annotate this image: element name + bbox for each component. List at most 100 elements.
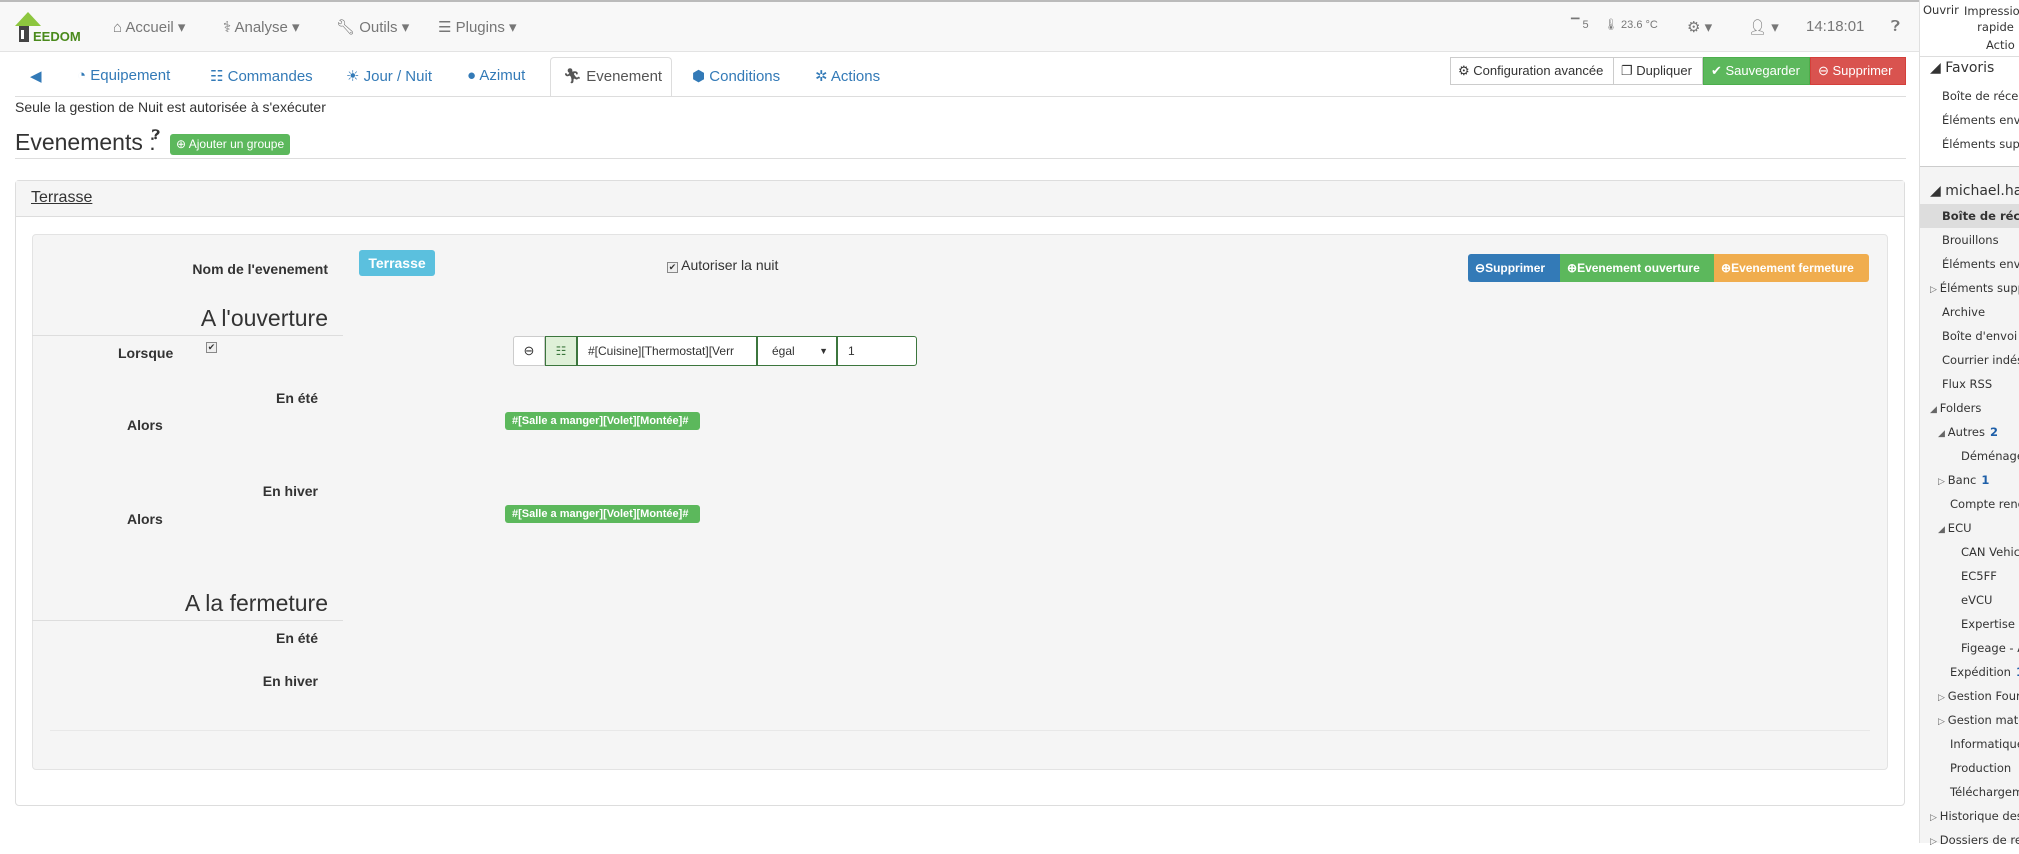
folder-item[interactable]: Téléchargem bbox=[1950, 780, 2019, 804]
user-icon: 👤︎ bbox=[1748, 19, 1768, 36]
running-icon: 🏃︎ bbox=[563, 68, 587, 85]
logo-text: EEDOM bbox=[33, 29, 81, 44]
then-label: Alors bbox=[127, 417, 163, 433]
tab-actions[interactable]: ✲ Actions bbox=[815, 67, 880, 85]
winter-action-tag[interactable]: #[Salle a manger][Volet][Montée]# bbox=[505, 505, 700, 523]
tab-label: Evenement bbox=[586, 68, 663, 85]
folder-item[interactable]: Courrier indési bbox=[1942, 348, 2019, 372]
folder-item[interactable]: Archive bbox=[1942, 300, 1985, 324]
folder-item[interactable]: Boîte de récep bbox=[1920, 204, 2019, 228]
folder-item[interactable]: Boîte d'envoi bbox=[1942, 324, 2017, 348]
quick-print-label[interactable]: Impression rapide bbox=[1963, 3, 2019, 35]
nav-analyse[interactable]: ⚕ Analyse ▾ bbox=[223, 18, 300, 36]
settings-menu[interactable]: ⚙ ▾ bbox=[1687, 18, 1712, 36]
nav-plugins[interactable]: ☰ Plugins ▾ bbox=[438, 18, 517, 36]
user-menu[interactable]: 👤︎ ▾ bbox=[1748, 18, 1779, 36]
collapsed-arrow-icon[interactable]: ▷ bbox=[1930, 837, 1940, 847]
folder-label: Figeage - A bbox=[1961, 641, 2019, 655]
folder-item[interactable]: ◢ Autres 2 bbox=[1938, 420, 1998, 444]
folder-item[interactable]: CAN Vehicu bbox=[1961, 540, 2019, 564]
nav-label: Analyse bbox=[234, 19, 288, 36]
folder-item[interactable]: Production bbox=[1950, 756, 2011, 780]
folder-item[interactable]: Expédition1 bbox=[1950, 660, 2019, 684]
collapsed-arrow-icon[interactable]: ▷ bbox=[1930, 813, 1940, 823]
tab-evenement[interactable]: 🏃︎ Evenement bbox=[563, 67, 662, 85]
delete-event-button[interactable]: ⊖Supprimer bbox=[1468, 254, 1560, 282]
collapsed-arrow-icon[interactable]: ▷ bbox=[1938, 477, 1948, 487]
folder-item[interactable]: ◢ ECU bbox=[1938, 516, 1972, 540]
button-label: Supprimer bbox=[1485, 261, 1546, 275]
folder-item[interactable]: EC5FF bbox=[1961, 564, 1997, 588]
logo[interactable]: EEDOM bbox=[13, 10, 85, 46]
help-icon[interactable]: ❓︎ bbox=[152, 127, 160, 143]
folder-label: ECU bbox=[1947, 521, 1972, 535]
folder-item[interactable]: Flux RSS bbox=[1942, 372, 1992, 396]
folder-label: Éléments supp bbox=[1939, 281, 2019, 295]
event-name-badge[interactable]: Terrasse bbox=[359, 250, 435, 276]
nav-accueil[interactable]: ⌂ Accueil ▾ bbox=[113, 18, 185, 36]
collapsed-arrow-icon[interactable]: ▷ bbox=[1938, 717, 1948, 727]
panel-title-link[interactable]: Terrasse bbox=[31, 189, 92, 207]
tab-equipement[interactable]: ◔ Equipement bbox=[77, 67, 170, 84]
favorites-header[interactable]: ◢ Favoris bbox=[1930, 56, 1994, 80]
help-icon[interactable]: ❓︎ bbox=[1891, 18, 1900, 35]
add-opening-event-button[interactable]: ⊕Evenement ouverture bbox=[1560, 254, 1714, 282]
folder-item[interactable]: ▷ Dossiers de rec bbox=[1930, 828, 2019, 852]
folder-item[interactable]: ▷ Éléments supp bbox=[1930, 276, 2019, 300]
tab-conditions[interactable]: ⬢ Conditions bbox=[692, 67, 780, 85]
collapsed-arrow-icon[interactable]: ▷ bbox=[1930, 285, 1940, 295]
expanded-arrow-icon[interactable]: ◢ bbox=[1938, 429, 1948, 439]
wrench-icon: 🔧︎ bbox=[336, 19, 360, 36]
sun-icon: ☀ bbox=[346, 68, 364, 85]
tab-jour-nuit[interactable]: ☀ Jour / Nuit bbox=[346, 67, 432, 85]
folder-item[interactable]: ▷ Gestion Four bbox=[1938, 684, 2019, 708]
folder-item[interactable]: Boîte de récept bbox=[1942, 84, 2019, 108]
folder-item[interactable]: Informatique bbox=[1950, 732, 2019, 756]
folder-item[interactable]: ◢ Folders bbox=[1930, 396, 1981, 420]
add-group-button[interactable]: ⊕ Ajouter un groupe bbox=[170, 134, 291, 155]
nav-label: Plugins bbox=[455, 19, 505, 36]
condition-value-input[interactable]: 1 bbox=[837, 336, 917, 366]
folder-item[interactable]: Déménagem bbox=[1961, 444, 2019, 468]
tab-commandes[interactable]: ☷ Commandes bbox=[210, 67, 313, 85]
check-circle-icon: ✔ bbox=[1711, 63, 1726, 78]
add-closing-event-button[interactable]: ⊕Evenement fermeture bbox=[1714, 254, 1869, 282]
folder-item[interactable]: Expertise bbox=[1961, 612, 2015, 636]
folder-item[interactable]: ▷ Historique des bbox=[1930, 804, 2019, 828]
nav-outils[interactable]: 🔧︎ Outils ▾ bbox=[336, 18, 409, 36]
duplicate-button[interactable]: ❐ Dupliquer bbox=[1613, 57, 1703, 85]
folder-label: Éléments envo bbox=[1942, 257, 2019, 271]
when-checkbox[interactable]: ✔ bbox=[206, 342, 217, 353]
allow-night-checkbox[interactable]: ✔ Autoriser la nuit bbox=[667, 257, 778, 273]
tab-label: Commandes bbox=[227, 68, 313, 85]
save-button[interactable]: ✔ Sauvegarder bbox=[1703, 57, 1810, 85]
expanded-arrow-icon[interactable]: ◢ bbox=[1938, 525, 1948, 535]
remove-condition-button[interactable]: ⊖ bbox=[513, 336, 545, 366]
unread-count: 2 bbox=[1990, 425, 1999, 439]
expanded-arrow-icon[interactable]: ◢ bbox=[1930, 405, 1940, 415]
folder-item[interactable]: Brouillons bbox=[1942, 228, 1999, 252]
folder-item[interactable]: Compte renc bbox=[1950, 492, 2019, 516]
select-command-button[interactable]: ☷ bbox=[545, 336, 577, 366]
advanced-config-button[interactable]: ⚙ Configuration avancée bbox=[1450, 57, 1614, 85]
collapsed-arrow-icon[interactable]: ▷ bbox=[1938, 693, 1948, 703]
folder-item[interactable]: eVCU bbox=[1961, 588, 1992, 612]
caret-down-icon: ▼ bbox=[819, 346, 828, 356]
tab-back[interactable]: ◀ bbox=[30, 67, 42, 85]
summer-action-tag[interactable]: #[Salle a manger][Volet][Montée]# bbox=[505, 412, 700, 430]
folder-item[interactable]: Éléments supp bbox=[1942, 132, 2019, 156]
folder-item[interactable]: Éléments envo bbox=[1942, 108, 2019, 132]
tab-azimut[interactable]: ● Azimut bbox=[467, 67, 525, 84]
window-count-value: 5 bbox=[1582, 19, 1589, 31]
account-header[interactable]: ◢ michael.hall bbox=[1930, 179, 2019, 203]
folder-item[interactable]: Figeage - A bbox=[1961, 636, 2019, 660]
folder-item[interactable]: ▷ Gestion mate bbox=[1938, 708, 2019, 732]
summer-label: En été bbox=[275, 390, 318, 406]
folder-item[interactable]: Éléments envo bbox=[1942, 252, 2019, 276]
condition-operator-select[interactable]: égal ▼ bbox=[757, 336, 837, 366]
folder-item[interactable]: ▷ Banc 1 bbox=[1938, 468, 1989, 492]
condition-command-input[interactable]: #[Cuisine][Thermostat][Verr bbox=[577, 336, 757, 366]
folder-label: Boîte de récep bbox=[1942, 209, 2019, 223]
delete-button[interactable]: ⊖ Supprimer bbox=[1810, 57, 1906, 85]
open-button[interactable]: Ouvrir bbox=[1923, 3, 1959, 17]
